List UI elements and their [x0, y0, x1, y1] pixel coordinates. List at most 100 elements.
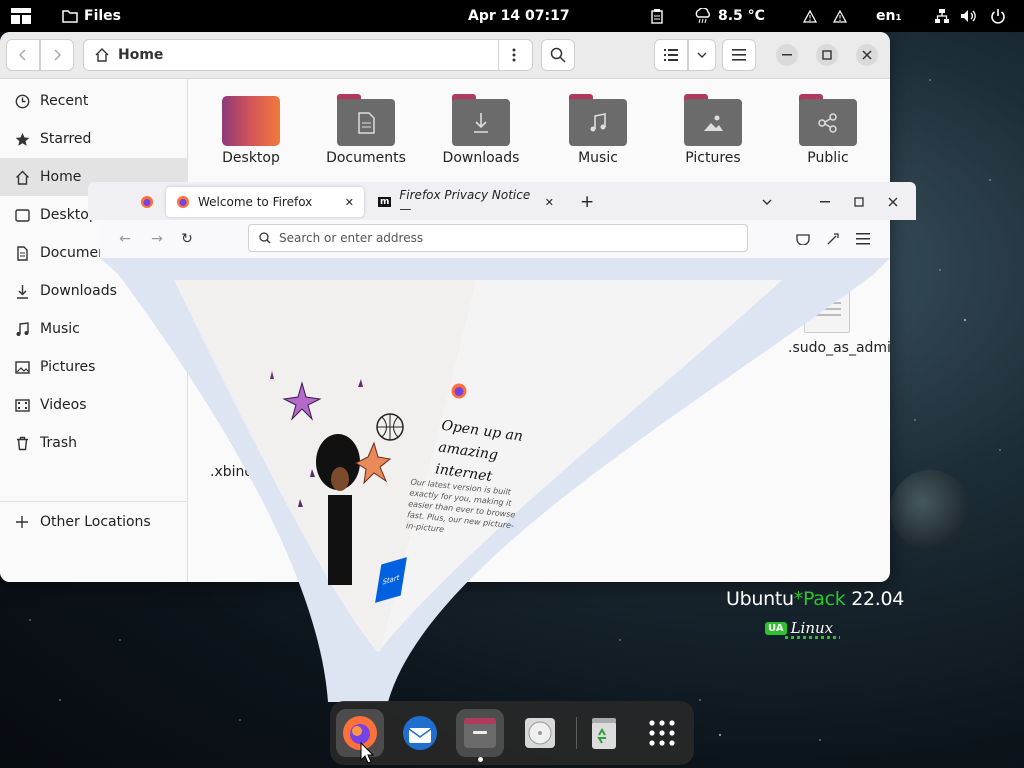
sidebar-item-starred[interactable]: Starred [0, 120, 188, 158]
tab-title: Welcome to Firefox [198, 195, 313, 209]
warning-indicator-2[interactable] [833, 0, 847, 32]
firefox-close-button[interactable] [878, 187, 908, 217]
tab-close-icon[interactable]: ✕ [345, 196, 354, 209]
tab-privacy-notice[interactable]: m Firefox Privacy Notice — ✕ [368, 187, 564, 217]
tab-close-icon[interactable]: ✕ [545, 196, 554, 209]
firefox-view-tab[interactable] [130, 187, 164, 217]
back-arrow-icon[interactable]: ← [114, 228, 136, 250]
chevron-right-icon [54, 49, 62, 61]
warning-icon [833, 9, 847, 23]
warning-indicator-1[interactable] [803, 0, 817, 32]
sidebar-item-label: Home [40, 169, 82, 185]
dock-item-files[interactable] [456, 709, 504, 757]
folder-documents[interactable]: Documents [311, 94, 421, 166]
minimize-button[interactable] [776, 44, 798, 66]
music-icon [14, 321, 30, 337]
download-icon [14, 283, 30, 299]
trash-icon [14, 435, 30, 451]
ua-badge: UA [765, 621, 787, 635]
firefox-icon [141, 196, 153, 208]
clipboard-indicator[interactable] [650, 0, 664, 32]
activities-button[interactable] [10, 0, 32, 32]
sidebar-item-label: Trash [40, 435, 77, 451]
folder-public[interactable]: Public [773, 94, 883, 166]
back-button[interactable] [6, 39, 40, 71]
folder-icon [62, 10, 78, 23]
network-indicator[interactable] [934, 0, 950, 32]
folder-music[interactable]: Music [543, 94, 653, 166]
view-options-button[interactable] [688, 39, 716, 71]
extensions-icon[interactable] [822, 228, 844, 250]
folder-label: Pictures [685, 150, 741, 166]
list-all-tabs-button[interactable] [752, 187, 782, 217]
folder-desktop[interactable]: Desktop [196, 94, 306, 166]
search-icon [259, 232, 271, 244]
keyboard-layout[interactable]: en₁ [876, 0, 902, 32]
path-separator [498, 40, 499, 70]
close-icon [862, 50, 872, 60]
minimize-icon [782, 54, 792, 56]
music-folder-icon [569, 94, 627, 146]
folder-label: Documents [326, 150, 406, 166]
firefox-minimize-button[interactable] [810, 187, 840, 217]
documents-folder-icon [337, 94, 395, 146]
path-bar[interactable]: Home [83, 39, 533, 71]
main-menu-button[interactable] [722, 39, 756, 71]
app-menu-icon[interactable] [852, 228, 874, 250]
url-bar[interactable]: Search or enter address [248, 224, 748, 252]
disk-icon [525, 718, 555, 748]
new-tab-button[interactable]: + [570, 187, 604, 217]
brand-distro: Ubuntu [726, 588, 794, 610]
weather-indicator[interactable]: 8.5 °C [694, 0, 765, 32]
sidebar-item-label: Music [40, 321, 80, 337]
volume-indicator[interactable] [960, 0, 978, 32]
mouse-cursor-icon [360, 742, 374, 764]
firefox-icon [177, 196, 189, 208]
search-button[interactable] [541, 39, 575, 71]
list-view-button[interactable] [654, 39, 688, 71]
app-menu[interactable]: Files [62, 0, 121, 32]
clock[interactable]: Apr 14 07:17 [468, 0, 570, 32]
dock-item-disks[interactable] [516, 709, 564, 757]
sidebar-item-recent[interactable]: Recent [0, 82, 188, 120]
firefox-maximize-button[interactable] [844, 187, 874, 217]
clipboard-icon [651, 9, 663, 24]
weather-temp: 8.5 °C [718, 8, 765, 24]
warning-icon [803, 9, 817, 23]
brand-version: 22.04 [851, 588, 905, 610]
welcome-illustration [270, 371, 404, 585]
brand-star: * [793, 588, 804, 610]
path-menu-icon[interactable] [512, 47, 518, 67]
dock-item-trash[interactable] [580, 709, 628, 757]
dock-item-app-grid[interactable] [638, 709, 686, 757]
mozilla-icon: m [378, 197, 392, 207]
star-icon [14, 131, 30, 147]
desktop-icon [14, 207, 30, 223]
close-icon [888, 197, 898, 207]
forward-arrow-icon[interactable]: → [146, 228, 168, 250]
reload-icon[interactable]: ↻ [176, 228, 198, 250]
folder-downloads[interactable]: Downloads [426, 94, 536, 166]
folder-label: Public [807, 150, 849, 166]
running-indicator [478, 757, 483, 762]
forward-button[interactable] [40, 39, 74, 71]
home-icon [14, 169, 30, 185]
power-menu[interactable] [990, 0, 1006, 32]
thunderbird-icon [403, 716, 437, 750]
tab-welcome[interactable]: Welcome to Firefox ✕ [166, 187, 364, 217]
top-bar: Files Apr 14 07:17 8.5 °C en₁ [0, 0, 1024, 32]
chevron-down-icon [762, 199, 772, 205]
pocket-icon[interactable] [792, 228, 814, 250]
dock-item-thunderbird[interactable] [396, 709, 444, 757]
chevron-down-icon [697, 52, 707, 58]
folder-pictures[interactable]: Pictures [658, 94, 768, 166]
maximize-icon [822, 50, 832, 60]
close-button[interactable] [856, 44, 878, 66]
minimize-icon [820, 201, 830, 203]
firefox-tabbar: Welcome to Firefox ✕ m Firefox Privacy N… [88, 182, 916, 220]
firefox-logo-icon [451, 383, 467, 399]
network-icon [935, 9, 949, 23]
document-icon [14, 245, 30, 261]
maximize-button[interactable] [816, 44, 838, 66]
search-icon [550, 47, 566, 63]
